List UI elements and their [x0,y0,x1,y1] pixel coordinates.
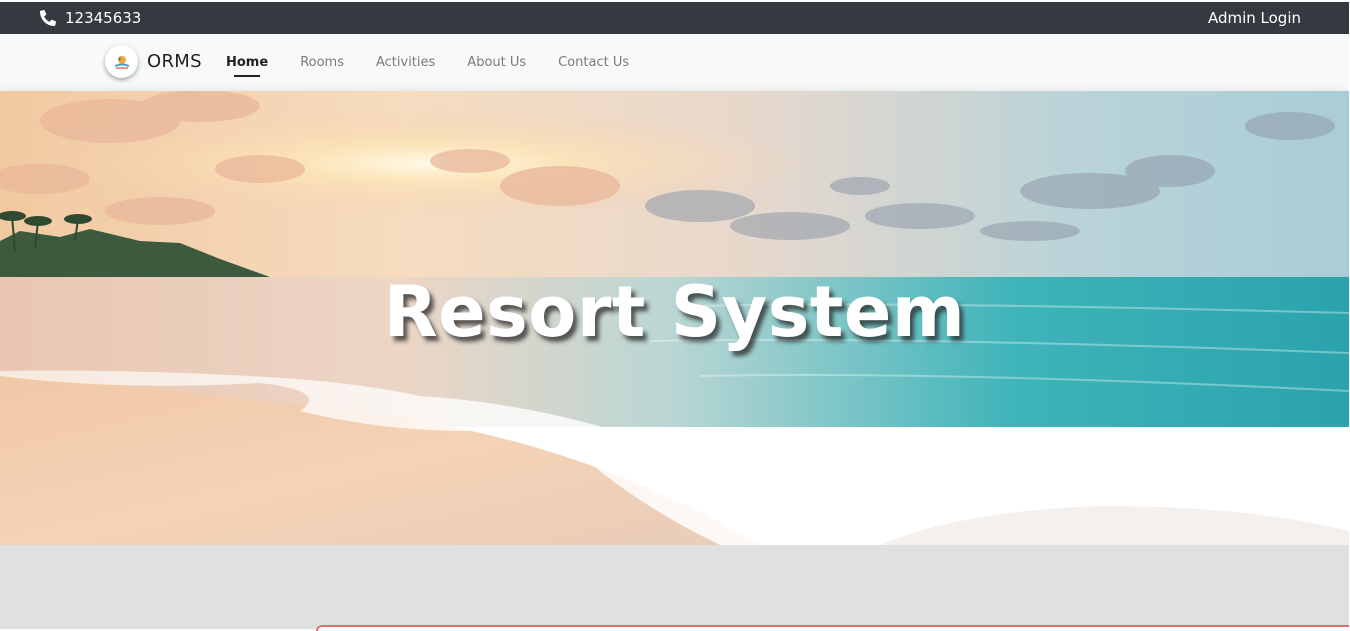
top-contact-bar: 12345633 Admin Login [0,2,1349,34]
brand[interactable]: ORMS [105,45,202,78]
nav-home[interactable]: Home [226,34,268,91]
admin-login-link[interactable]: Admin Login [1208,2,1301,34]
brand-name: ORMS [147,51,202,72]
main-navbar: ORMS Home Rooms Activities About Us Cont… [0,34,1349,91]
resort-logo-icon [105,45,138,78]
nav-activities[interactable]: Activities [376,34,435,91]
nav-about-us[interactable]: About Us [467,34,526,91]
nav-links: Home Rooms Activities About Us Contact U… [226,34,661,91]
nav-contact-us[interactable]: Contact Us [558,34,629,91]
content-card [316,625,1349,631]
hero-title: Resort System [383,271,966,353]
nav-rooms[interactable]: Rooms [300,34,344,91]
phone-icon [40,10,56,26]
phone-contact: 12345633 [40,2,141,34]
content-area [0,545,1349,631]
hero-banner: Resort System [0,91,1349,545]
phone-number: 12345633 [65,9,142,27]
